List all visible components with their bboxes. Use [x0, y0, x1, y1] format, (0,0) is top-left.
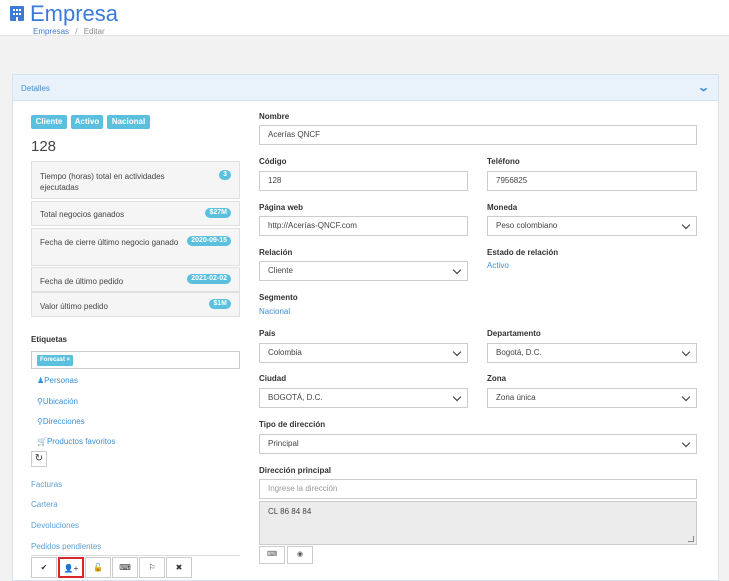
tags-input[interactable]: Forecast ×: [31, 351, 240, 369]
ciudad-label: Ciudad: [259, 374, 287, 383]
keyboard-icon: ⌨: [119, 563, 131, 572]
departamento-label: Departamento: [487, 329, 541, 338]
badge-cliente: Cliente: [31, 115, 67, 129]
stat-valor-ultimo-pedido: Valor último pedido $1M: [31, 292, 240, 317]
target-button[interactable]: ◉: [287, 546, 313, 564]
chevron-down-icon[interactable]: ⌄: [697, 81, 710, 94]
estado-relacion-value: Activo: [487, 261, 509, 270]
link-ubicacion[interactable]: ⚲Ubicación: [37, 397, 78, 406]
close-icon: ✖: [175, 563, 183, 572]
stat-label: Fecha de cierre último negocio ganado: [40, 238, 179, 247]
stat-value-badge: $27M: [205, 208, 231, 218]
telefono-field[interactable]: 7956825: [487, 171, 697, 191]
stat-label: Tiempo (horas) total en actividades ejec…: [40, 172, 165, 192]
stat-label: Fecha de último pedido: [40, 277, 124, 286]
link-direcciones[interactable]: ⚲Direcciones: [37, 417, 85, 426]
link-pedidos-pendientes[interactable]: Pedidos pendientes: [31, 542, 101, 551]
stat-value-badge: 2021-02-02: [187, 274, 231, 284]
keyboard-button[interactable]: ⌨: [112, 557, 138, 578]
moneda-label: Moneda: [487, 203, 518, 212]
flag-icon: ⚐: [148, 563, 156, 572]
shopping-cart-icon: 🛒: [37, 437, 47, 446]
keyboard-icon: ⌨: [266, 551, 278, 558]
page-header: Empresa Empresas / Editar: [0, 0, 729, 36]
details-panel-title: Detalles: [21, 84, 50, 93]
etiquetas-label: Etiquetas: [31, 335, 68, 344]
codigo-field[interactable]: 128: [259, 171, 468, 191]
moneda-select[interactable]: Peso colombiano: [487, 216, 697, 236]
codigo-label: Código: [259, 157, 287, 166]
stat-value-badge: $1M: [209, 299, 231, 309]
direccion-value: CL 86 84 84: [268, 507, 312, 516]
check-button[interactable]: ✔: [31, 557, 57, 578]
stat-fecha-cierre: Fecha de cierre último negocio ganado 20…: [31, 228, 240, 266]
relacion-select[interactable]: Cliente: [259, 261, 468, 281]
pagina-web-field[interactable]: http://Acerías-QNCF.com: [259, 216, 468, 236]
refresh-button[interactable]: ↻: [31, 451, 47, 467]
nombre-label: Nombre: [259, 112, 290, 121]
close-button[interactable]: ✖: [166, 557, 192, 578]
zona-select[interactable]: Zona única: [487, 388, 697, 408]
badge-activo: Activo: [71, 115, 103, 129]
unlock-icon: 🔓: [93, 563, 103, 572]
company-number: 128: [31, 138, 57, 155]
tipo-direccion-select[interactable]: Principal: [259, 434, 697, 454]
ciudad-select[interactable]: BOGOTÁ, D.C.: [259, 388, 468, 408]
link-devoluciones[interactable]: Devoluciones: [31, 521, 79, 530]
flag-button[interactable]: ⚐: [139, 557, 165, 578]
breadcrumb-separator: /: [75, 27, 78, 36]
breadcrumb-current: Editar: [83, 27, 105, 36]
segmento-label: Segmento: [259, 293, 298, 302]
link-cartera[interactable]: Cartera: [31, 500, 58, 509]
stat-fecha-ultimo-pedido: Fecha de último pedido 2021-02-02: [31, 267, 240, 292]
departamento-select[interactable]: Bogotá, D.C.: [487, 343, 697, 363]
stat-label: Valor último pedido: [40, 302, 108, 311]
badge-nacional: Nacional: [107, 115, 150, 129]
direccion-textarea[interactable]: CL 86 84 84: [259, 501, 697, 545]
user-plus-icon: 👤+: [63, 564, 79, 573]
check-icon: ✔: [40, 563, 48, 572]
stat-total-negocios: Total negocios ganados $27M: [31, 201, 240, 226]
relacion-label: Relación: [259, 248, 293, 257]
breadcrumb: Empresas / Editar: [33, 27, 105, 36]
pais-label: País: [259, 329, 276, 338]
link-personas[interactable]: ♟Personas: [37, 376, 78, 385]
tipo-direccion-label: Tipo de dirección: [259, 420, 326, 429]
estado-relacion-label: Estado de relación: [487, 248, 559, 257]
divider: [31, 555, 240, 556]
segmento-value: Nacional: [259, 307, 291, 316]
page-title: Empresa: [30, 1, 119, 26]
telefono-label: Teléfono: [487, 157, 520, 166]
stat-value-badge: 3: [219, 170, 231, 180]
direccion-input[interactable]: Ingrese la dirección: [259, 479, 697, 499]
pais-select[interactable]: Colombia: [259, 343, 468, 363]
link-facturas[interactable]: Facturas: [31, 480, 62, 489]
direccion-principal-label: Dirección principal: [259, 466, 332, 475]
target-icon: ◉: [296, 551, 304, 558]
pagina-web-label: Página web: [259, 203, 304, 212]
stat-label: Total negocios ganados: [40, 210, 125, 219]
stat-tiempo-horas: Tiempo (horas) total en actividades ejec…: [31, 161, 240, 199]
link-productos-favoritos[interactable]: 🛒Productos favoritos: [37, 437, 115, 446]
add-user-button[interactable]: 👤+: [58, 557, 84, 578]
unlock-button[interactable]: 🔓: [85, 557, 111, 578]
resize-handle[interactable]: [688, 536, 694, 542]
nombre-field[interactable]: Acerías QNCF: [259, 125, 697, 145]
refresh-icon: ↻: [34, 453, 44, 464]
breadcrumb-empresas-link[interactable]: Empresas: [33, 27, 69, 36]
stat-value-badge: 2020-09-15: [187, 236, 231, 246]
keyboard-button[interactable]: ⌨: [259, 546, 285, 564]
details-panel-header[interactable]: Detalles ⌄: [13, 75, 718, 101]
tag-forecast[interactable]: Forecast ×: [37, 355, 74, 366]
building-icon: [10, 6, 24, 21]
zona-label: Zona: [487, 374, 507, 383]
